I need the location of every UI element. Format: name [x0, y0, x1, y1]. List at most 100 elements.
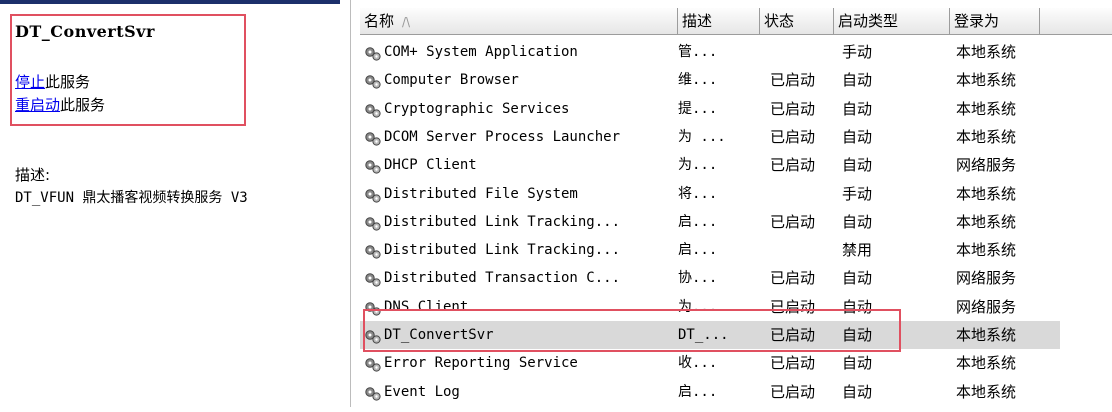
- service-gear-icon: [364, 72, 382, 89]
- service-description-cell: 启...: [678, 242, 718, 259]
- service-name-cell: Event Log: [364, 378, 460, 406]
- service-startup-type-cell: 自动: [842, 354, 873, 373]
- service-row[interactable]: Computer Browser 维... 已启动 自动 本地系统: [360, 66, 1060, 94]
- service-description-cell: 收...: [678, 355, 718, 372]
- service-logon-cell: 本地系统: [956, 127, 1017, 146]
- service-logon-cell: 本地系统: [956, 43, 1017, 61]
- service-logon-cell: 本地系统: [956, 71, 1017, 90]
- service-name-text: DHCP Client: [384, 157, 477, 174]
- service-name-cell: COM+ System Application: [364, 38, 578, 66]
- service-status-cell: 已启动: [770, 297, 816, 316]
- service-description-cell: 为 ...: [678, 128, 726, 145]
- stop-service-link[interactable]: 停止: [15, 73, 45, 91]
- column-header-logon-as-label: 登录为: [954, 12, 1000, 30]
- restart-service-action: 重启动此服务: [15, 94, 105, 115]
- column-header-description-label: 描述: [682, 12, 713, 30]
- service-gear-icon: [364, 270, 382, 287]
- service-row[interactable]: DCOM Server Process Launcher 为 ... 已启动 自动 本地…: [360, 123, 1060, 151]
- service-row[interactable]: Event Log 启... 已启动 自动 本地系统: [360, 378, 1060, 406]
- service-name-cell: Distributed Link Tracking...: [364, 236, 620, 264]
- service-name-text: Distributed Link Tracking...: [384, 213, 621, 230]
- service-row[interactable]: Distributed File System 将... 手动 本地系统: [360, 180, 1060, 208]
- service-description-cell: 提...: [678, 100, 718, 117]
- service-row[interactable]: Cryptographic Services 提... 已启动 自动 本地系统: [360, 95, 1060, 123]
- service-name-cell: Error Reporting Service: [364, 349, 578, 377]
- service-logon-cell: 本地系统: [956, 382, 1017, 401]
- service-logon-cell: 本地系统: [956, 241, 1017, 260]
- service-gear-icon: [364, 157, 382, 174]
- list-header: 名称 /\ 描述 状态 启动类型 登录为: [360, 8, 1112, 35]
- service-gear-icon: [364, 129, 382, 146]
- service-name-cell: Distributed File System: [364, 180, 578, 208]
- service-row[interactable]: Distributed Link Tracking... 启... 已启动 自动 本地系…: [360, 208, 1060, 236]
- service-startup-type-cell: 禁用: [842, 241, 873, 260]
- service-row[interactable]: DNS Client 为... 已启动 自动 网络服务: [360, 293, 1060, 321]
- service-name-cell: DCOM Server Process Launcher: [364, 123, 620, 151]
- services-list: 名称 /\ 描述 状态 启动类型 登录为 COM+ System Applicat…: [360, 0, 1112, 407]
- service-logon-cell: 本地系统: [956, 354, 1017, 373]
- service-name-text: DNS Client: [384, 298, 469, 315]
- service-startup-type-cell: 手动: [842, 43, 873, 61]
- column-header-name[interactable]: 名称 /\: [360, 8, 678, 34]
- service-row[interactable]: COM+ System Application 管... 手动 本地系统: [360, 38, 1060, 66]
- service-description-cell: 为...: [678, 157, 718, 174]
- column-header-description[interactable]: 描述: [678, 8, 760, 34]
- service-name-text: COM+ System Application: [384, 44, 578, 60]
- service-name-title: DT_ConvertSvr: [15, 22, 155, 41]
- service-name-cell: DNS Client: [364, 293, 468, 321]
- service-description-cell: 为...: [678, 298, 718, 315]
- service-gear-icon: [364, 44, 382, 61]
- service-status-cell: 已启动: [770, 382, 816, 401]
- service-logon-cell: 本地系统: [956, 212, 1017, 231]
- service-startup-type-cell: 自动: [842, 99, 873, 118]
- service-row[interactable]: Distributed Transaction C... 协... 已启动 自动 网络服…: [360, 264, 1060, 292]
- service-startup-type-cell: 自动: [842, 297, 873, 316]
- service-description-cell: DT_...: [678, 327, 729, 343]
- service-logon-cell: 网络服务: [956, 269, 1017, 288]
- service-startup-type-cell: 手动: [842, 184, 873, 203]
- service-logon-cell: 本地系统: [956, 326, 1017, 344]
- service-gear-icon: [364, 242, 382, 259]
- service-status-cell: 已启动: [770, 212, 816, 231]
- service-row[interactable]: Error Reporting Service 收... 已启动 自动 本地系统: [360, 349, 1060, 377]
- column-header-logon-as[interactable]: 登录为: [950, 8, 1040, 34]
- service-row[interactable]: Distributed Link Tracking... 启... 禁用 本地系统: [360, 236, 1060, 264]
- service-status-cell: 已启动: [770, 269, 816, 288]
- column-header-status[interactable]: 状态: [760, 8, 834, 34]
- restart-service-suffix: 此服务: [60, 96, 106, 114]
- service-startup-type-cell: 自动: [842, 71, 873, 90]
- service-status-cell: 已启动: [770, 99, 816, 118]
- service-status-cell: 已启动: [770, 156, 816, 175]
- service-gear-icon: [364, 327, 382, 344]
- service-name-text: Event Log: [384, 383, 460, 400]
- service-status-cell: 已启动: [770, 326, 816, 344]
- service-gear-icon: [364, 101, 382, 118]
- service-description-cell: 将...: [678, 185, 718, 202]
- restart-service-link[interactable]: 重启动: [15, 96, 60, 114]
- service-name-text: Cryptographic Services: [384, 100, 570, 117]
- service-logon-cell: 网络服务: [956, 297, 1017, 316]
- stop-service-action: 停止此服务: [15, 71, 90, 92]
- sort-ascending-icon: /\: [402, 15, 411, 29]
- service-name-text: Distributed File System: [384, 185, 578, 202]
- description-text: DT_VFUN 鼎太播客视频转换服务 V3: [15, 190, 248, 206]
- service-gear-icon: [364, 214, 382, 231]
- column-header-name-label: 名称: [364, 12, 395, 30]
- service-status-cell: 已启动: [770, 71, 816, 90]
- service-name-cell: DHCP Client: [364, 151, 477, 179]
- pane-divider[interactable]: [350, 0, 357, 407]
- column-header-status-label: 状态: [764, 12, 795, 30]
- stop-service-suffix: 此服务: [45, 73, 91, 91]
- service-name-text: Distributed Transaction C...: [384, 270, 621, 287]
- service-startup-type-cell: 自动: [842, 382, 873, 401]
- service-description-cell: 管...: [678, 44, 718, 60]
- service-name-text: DT_ConvertSvr: [384, 327, 494, 343]
- service-row[interactable]: DHCP Client 为... 已启动 自动 网络服务: [360, 151, 1060, 179]
- service-details-pane: DT_ConvertSvr 停止此服务 重启动此服务 描述: DT_VFUN 鼎…: [0, 4, 350, 407]
- service-name-cell: DT_ConvertSvr: [364, 321, 494, 349]
- service-row[interactable]: DT_ConvertSvr DT_... 已启动 自动 本地系统: [360, 321, 1060, 349]
- column-header-startup-type[interactable]: 启动类型: [834, 8, 950, 34]
- service-name-cell: Distributed Link Tracking...: [364, 208, 620, 236]
- service-logon-cell: 本地系统: [956, 184, 1017, 203]
- service-logon-cell: 本地系统: [956, 99, 1017, 118]
